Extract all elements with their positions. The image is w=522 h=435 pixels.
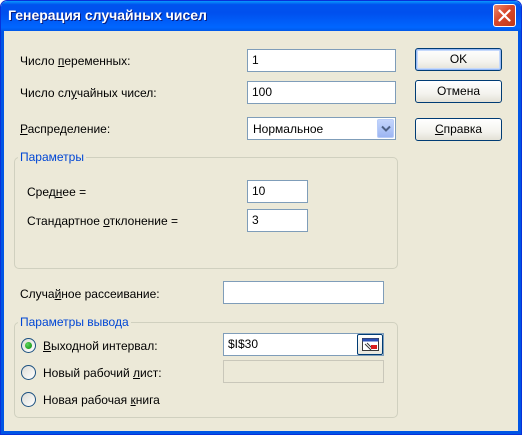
mean-label: Среднее = (27, 185, 87, 199)
output-group-title: Параметры вывода (18, 315, 131, 329)
frame-left (1, 31, 4, 434)
radio-selected-dot (25, 342, 32, 349)
stdev-label: Стандартное отклонение = (27, 214, 178, 228)
ok-button[interactable]: OK (415, 48, 502, 71)
chevron-down-icon (381, 125, 391, 132)
seed-input[interactable] (223, 281, 384, 304)
collapse-dialog-icon (362, 338, 379, 351)
close-button[interactable] (493, 4, 516, 27)
distribution-label: Распределение: (20, 122, 111, 136)
new-book-label[interactable]: Новая рабочая книга (43, 393, 160, 407)
variables-input[interactable]: 1 (247, 49, 396, 72)
dialog-window: Генерация случайных чисел Число переменн… (0, 0, 522, 435)
variables-label: Число переменных: (20, 54, 131, 68)
new-book-radio[interactable] (21, 392, 36, 407)
frame-right (518, 31, 521, 434)
output-range-label[interactable]: Выходной интервал: (43, 339, 158, 353)
new-sheet-input[interactable] (223, 360, 384, 383)
distribution-select[interactable]: Нормальное (247, 117, 396, 140)
close-icon (498, 9, 511, 22)
window-title: Генерация случайных чисел (8, 7, 207, 23)
distribution-dropdown-button[interactable] (377, 119, 394, 138)
distribution-value: Нормальное (253, 122, 324, 136)
title-bar[interactable]: Генерация случайных чисел (1, 1, 521, 31)
output-range-collapse-button[interactable] (357, 334, 383, 355)
count-label: Число случайных чисел: (20, 86, 157, 100)
output-range-radio[interactable] (21, 338, 36, 353)
stdev-input[interactable]: 3 (247, 209, 308, 232)
frame-bottom (1, 431, 521, 434)
new-sheet-radio[interactable] (21, 365, 36, 380)
help-button[interactable]: Справка (415, 118, 502, 141)
parameters-group (14, 157, 398, 269)
new-sheet-label[interactable]: Новый рабочий лист: (43, 366, 162, 380)
cancel-button[interactable]: Отмена (415, 80, 502, 103)
seed-label: Случайное рассеивание: (20, 287, 160, 301)
parameters-group-title: Параметры (18, 150, 86, 164)
mean-input[interactable]: 10 (247, 180, 308, 203)
count-input[interactable]: 100 (247, 81, 396, 104)
